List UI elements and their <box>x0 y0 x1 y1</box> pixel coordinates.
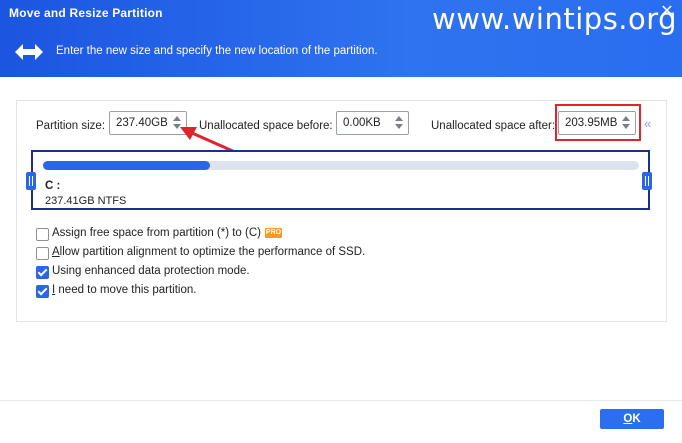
checkbox-checked[interactable] <box>36 285 49 298</box>
partition-size-input[interactable]: 237.40GB <box>109 111 187 135</box>
option-label: Allow partition alignment to optimize th… <box>52 246 366 258</box>
left-resize-handle[interactable] <box>26 172 36 190</box>
close-button[interactable]: ✕ <box>659 4 675 20</box>
dialog-header: Move and Resize Partition www.wintips.or… <box>0 0 682 77</box>
option-label: Using enhanced data protection mode. <box>52 265 250 277</box>
increment-icon[interactable] <box>173 116 181 121</box>
footer-divider <box>0 400 682 401</box>
option-assign-free-space[interactable]: Assign free space from partition (*) to … <box>36 227 296 242</box>
option-partition-alignment[interactable]: Allow partition alignment to optimize th… <box>36 246 376 261</box>
ok-button[interactable]: OK <box>600 409 664 429</box>
pro-badge: PRO <box>265 228 282 238</box>
option-move-partition[interactable]: I need to move this partition. <box>36 284 216 299</box>
drive-letter: C : <box>45 180 61 192</box>
resize-arrows-icon <box>15 44 43 60</box>
option-enhanced-protection[interactable]: Using enhanced data protection mode. <box>36 265 256 280</box>
collapse-icon[interactable]: « <box>644 116 651 131</box>
highlight-annotation <box>555 104 641 141</box>
checkbox[interactable] <box>36 228 49 241</box>
dialog-title: Move and Resize Partition <box>9 6 163 20</box>
unallocated-before-value: 0.00KB <box>343 117 381 129</box>
watermark-text: www.wintips.org <box>432 2 678 36</box>
drive-info: 237.41GB NTFS <box>45 195 127 207</box>
right-resize-handle[interactable] <box>642 172 652 190</box>
unallocated-before-label: Unallocated space before: <box>199 120 333 132</box>
decrement-icon[interactable] <box>395 124 403 129</box>
partition-size-value: 237.40GB <box>116 117 168 129</box>
partition-usage-fill <box>43 161 210 170</box>
increment-icon[interactable] <box>395 116 403 121</box>
option-label: Assign free space from partition (*) to … <box>52 227 261 239</box>
partition-size-stepper[interactable] <box>173 115 182 131</box>
unallocated-after-label: Unallocated space after: <box>431 120 556 132</box>
unallocated-before-input[interactable]: 0.00KB <box>336 111 409 135</box>
decrement-icon[interactable] <box>173 124 181 129</box>
partition-size-label: Partition size: <box>36 120 106 132</box>
option-label: I need to move this partition. <box>52 284 197 296</box>
checkbox[interactable] <box>36 247 49 260</box>
dialog-subtitle: Enter the new size and specify the new l… <box>56 45 378 57</box>
unallocated-before-stepper[interactable] <box>395 115 404 131</box>
checkbox-checked[interactable] <box>36 266 49 279</box>
